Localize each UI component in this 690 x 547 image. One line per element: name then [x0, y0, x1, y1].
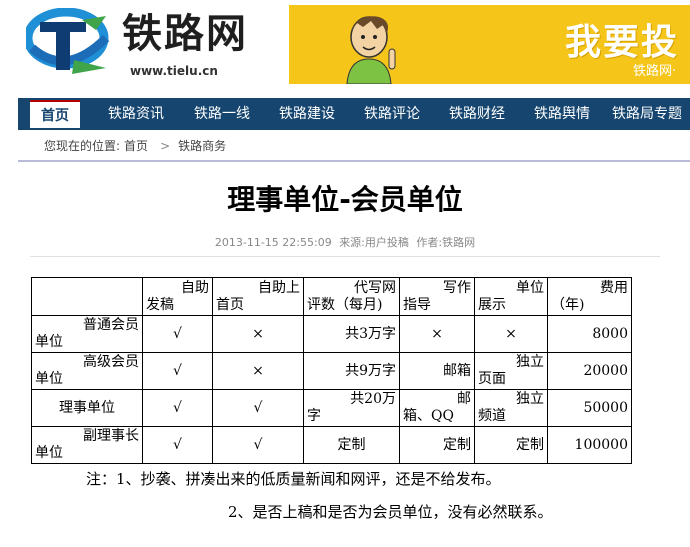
nav-item-bureau-topics[interactable]: 铁路局专题: [612, 98, 682, 130]
member-type-cell: 高级会员 单位: [31, 352, 143, 390]
banner-headline: 我要投: [565, 22, 680, 63]
nav-item-frontline[interactable]: 铁路一线: [194, 98, 250, 130]
ghostwrite-cell: 定制: [303, 426, 400, 464]
header-cell: [31, 277, 143, 316]
fee-cell: 8000: [547, 315, 632, 353]
article-datetime: 2013-11-15 22:55:09: [214, 236, 332, 249]
ad-banner[interactable]: 我要投 铁路网·: [289, 5, 690, 84]
breadcrumb: 您现在的位置: 首页 > 铁路商务: [44, 138, 230, 154]
membership-table: 自助 发稿 自助上 首页 代写网 评数（每月) 写作 指导 单位 展示 费用 （年) 普通会…: [31, 277, 632, 464]
table-row: 高级会员 单位 √ × 共9万字 邮箱 独立 页面 20000: [31, 352, 632, 390]
site-name: 铁路网: [122, 11, 248, 57]
showcase-cell: ×: [474, 315, 548, 353]
guidance-cell: 定制: [399, 426, 475, 464]
note-line-2: 2、是否上稿和是否为会员单位，没有必然联系。: [228, 503, 553, 521]
nav-item-commentary[interactable]: 铁路评论: [364, 98, 420, 130]
nav-item-public-opinion[interactable]: 铁路舆情: [534, 98, 590, 130]
fee-cell: 50000: [547, 389, 632, 427]
guidance-cell: 邮箱: [399, 352, 475, 390]
meta-divider: [30, 256, 660, 257]
fee-cell: 100000: [547, 426, 632, 464]
header-cell: 单位 展示: [474, 277, 548, 316]
author-label: 作者:: [416, 236, 443, 249]
breadcrumb-home-link[interactable]: 首页: [124, 139, 148, 153]
member-type-cell: 理事单位: [31, 389, 143, 427]
showcase-cell: 独立 页面: [474, 352, 548, 390]
self-home-cell: ×: [212, 352, 304, 390]
note-line-1: 注：1、抄袭、拼凑出来的低质量新闻和网评，还是不给发布。: [86, 470, 501, 488]
header-cell: 代写网 评数（每月): [303, 277, 400, 316]
showcase-cell: 定制: [474, 426, 548, 464]
breadcrumb-current-link[interactable]: 铁路商务: [178, 139, 226, 153]
member-type-cell: 副理事长 单位: [31, 426, 143, 464]
tielu-logo-icon: [26, 8, 110, 74]
showcase-cell: 独立 频道: [474, 389, 548, 427]
nav-item-home[interactable]: 首页: [30, 100, 80, 128]
ghostwrite-cell: 共9万字: [303, 352, 400, 390]
header-cell: 自助上 首页: [212, 277, 304, 316]
member-type-cell: 普通会员 单位: [31, 315, 143, 353]
self-home-cell: √: [212, 389, 304, 427]
self-post-cell: √: [142, 352, 213, 390]
ghostwrite-cell: 共20万字: [303, 389, 400, 427]
banner-subline: 铁路网·: [633, 64, 677, 79]
header-cell: 费用 （年): [547, 277, 632, 316]
site-header: 铁路网 www.tielu.cn 我要投 铁路网·: [0, 0, 690, 96]
guidance-cell: 邮箱、QQ: [399, 389, 475, 427]
fee-cell: 20000: [547, 352, 632, 390]
table-header-row: 自助 发稿 自助上 首页 代写网 评数（每月) 写作 指导 单位 展示 费用 （年): [31, 277, 632, 316]
self-post-cell: √: [142, 315, 213, 353]
self-home-cell: √: [212, 426, 304, 464]
self-post-cell: √: [142, 426, 213, 464]
table-row: 副理事长 单位 √ √ 定制 定制 定制 100000: [31, 426, 632, 464]
site-url: www.tielu.cn: [130, 64, 218, 78]
article-author: 铁路网: [442, 236, 476, 249]
article-source: 用户投稿: [364, 236, 409, 249]
site-logo[interactable]: 铁路网 www.tielu.cn: [26, 4, 286, 86]
breadcrumb-separator: >: [160, 139, 171, 153]
guidance-cell: ×: [399, 315, 475, 353]
nav-item-news[interactable]: 铁路资讯: [108, 98, 164, 130]
self-post-cell: √: [142, 389, 213, 427]
article-title: 理事单位-会员单位: [227, 183, 463, 216]
header-cell: 写作 指导: [399, 277, 475, 316]
cartoon-person-icon: [346, 16, 396, 84]
ghostwrite-cell: 共3万字: [303, 315, 400, 353]
article-meta: 2013-11-15 22:55:09 来源:用户投稿 作者:铁路网: [0, 234, 690, 250]
nav-item-construction[interactable]: 铁路建设: [279, 98, 335, 130]
table-row: 普通会员 单位 √ × 共3万字 × × 8000: [31, 315, 632, 353]
main-nav: 首页 铁路资讯 铁路一线 铁路建设 铁路评论 铁路财经 铁路舆情 铁路局专题: [18, 98, 690, 130]
breadcrumb-prefix: 您现在的位置:: [44, 139, 121, 153]
nav-item-finance[interactable]: 铁路财经: [449, 98, 505, 130]
breadcrumb-divider: [18, 160, 690, 162]
header-cell: 自助 发稿: [142, 277, 213, 316]
table-row: 理事单位 √ √ 共20万字 邮箱、QQ 独立 频道 50000: [31, 389, 632, 427]
source-label: 来源:: [339, 236, 365, 249]
self-home-cell: ×: [212, 315, 304, 353]
